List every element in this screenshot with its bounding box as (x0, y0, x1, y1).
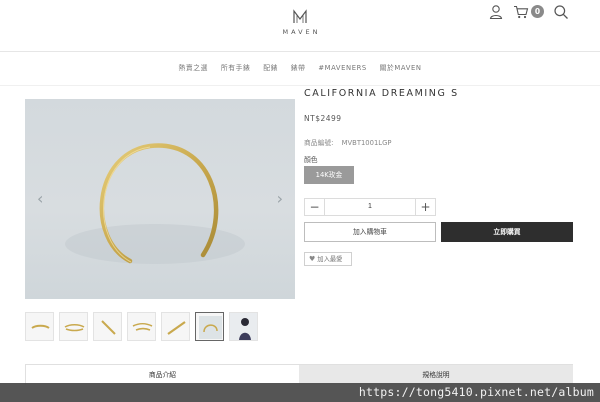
thumbnail-6[interactable] (195, 312, 224, 341)
nav-item-all-watches[interactable]: 所有手錶 (221, 60, 251, 76)
watermark-bar: https://tong5410.pixnet.net/album (0, 383, 600, 402)
maven-logo-mark (293, 9, 307, 23)
search-icon[interactable] (553, 4, 569, 20)
quantity-stepper: − + (304, 198, 436, 216)
add-to-wishlist-button[interactable]: ♥ 加入最愛 (304, 252, 352, 266)
product-sku: 商品編號: MVBT1001LGP (304, 137, 391, 147)
thumbnail-1[interactable] (25, 312, 54, 341)
color-label: 顏色 (304, 156, 318, 164)
site-header: MAVEN 0 (0, 0, 600, 52)
nav-divider (0, 85, 600, 86)
tab-specifications[interactable]: 規格說明 (299, 365, 573, 385)
sku-label: 商品編號: (304, 139, 334, 147)
buy-now-button[interactable]: 立即購買 (441, 222, 573, 242)
wishlist-label: 加入最愛 (317, 256, 343, 263)
nav-item-bestsellers[interactable]: 熱賣之選 (178, 60, 208, 76)
add-to-cart-button[interactable]: 加入購物車 (304, 222, 436, 242)
thumbnail-2[interactable] (59, 312, 88, 341)
main-product-image: ‹ › (25, 99, 295, 299)
bangle-image (65, 143, 245, 264)
user-icon[interactable] (488, 4, 504, 20)
nav-item-straps[interactable]: 錶帶 (291, 60, 306, 76)
watermark-url: https://tong5410.pixnet.net/album (358, 385, 594, 399)
gallery-next-arrow[interactable]: › (277, 189, 283, 208)
nav-item-maveners[interactable]: #MAVENERS (318, 60, 367, 76)
cart-icon[interactable] (513, 4, 529, 20)
quantity-increase-button[interactable]: + (415, 199, 435, 215)
thumbnail-4[interactable] (127, 312, 156, 341)
nav-item-accessories[interactable]: 配錶 (263, 60, 278, 76)
main-nav: 熱賣之選 所有手錶 配錶 錶帶 #MAVENERS 關於MAVEN (0, 60, 600, 76)
gallery-prev-arrow[interactable]: ‹ (37, 189, 43, 208)
nav-item-about[interactable]: 關於MAVEN (380, 60, 422, 76)
thumbnail-7[interactable] (229, 312, 258, 341)
sku-value: MVBT1001LGP (341, 139, 392, 147)
quantity-decrease-button[interactable]: − (305, 199, 325, 215)
quantity-input[interactable] (325, 199, 415, 215)
cart-count-badge: 0 (531, 5, 544, 18)
product-title: CALIFORNIA DREAMING S (304, 88, 459, 99)
tab-product-description[interactable]: 商品介紹 (25, 365, 299, 385)
product-page: MAVEN 0 熱賣之選 所有手錶 配錶 錶帶 #MAVENERS 關於MAVE… (0, 0, 600, 402)
color-option-14k-rose-gold[interactable]: 14K玫金 (304, 166, 354, 184)
product-price: NT$2499 (304, 114, 342, 123)
thumbnail-3[interactable] (93, 312, 122, 341)
heart-icon: ♥ (309, 255, 316, 263)
brand-logo[interactable]: MAVEN (270, 9, 330, 36)
product-tabs: 商品介紹 規格說明 (25, 364, 573, 385)
logo-text: MAVEN (282, 28, 321, 36)
thumbnail-5[interactable] (161, 312, 190, 341)
